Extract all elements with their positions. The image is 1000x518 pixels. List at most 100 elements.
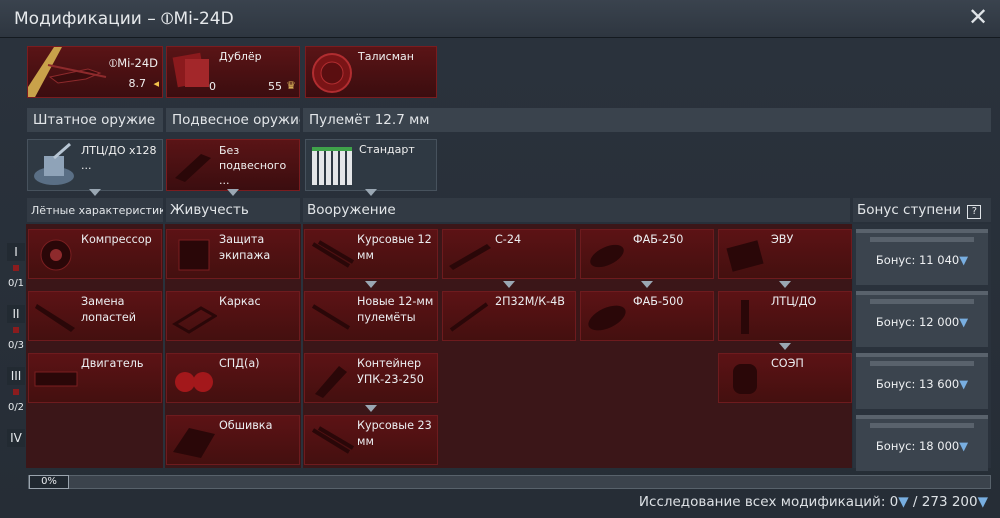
mod-evu[interactable]: ЭВУ xyxy=(718,229,852,279)
ammo-belt-icon xyxy=(312,147,352,185)
tier-progress-bar xyxy=(13,389,19,395)
mod-label: ФАБ-250 xyxy=(633,233,684,246)
mod-skin[interactable]: Обшивка xyxy=(166,415,300,465)
mod-crew-protection[interactable]: Защита экипажа xyxy=(166,229,300,279)
bonus-title: Бонус ступени xyxy=(857,202,962,218)
arrow-down-icon xyxy=(365,189,377,196)
arrow-down-icon xyxy=(227,189,239,196)
mod-ltc-do[interactable]: ЛТЦ/ДО xyxy=(718,291,852,341)
talisman-card[interactable]: Талисман xyxy=(305,46,437,98)
mod-label: С-24 xyxy=(495,233,522,246)
bonus-bar xyxy=(870,299,974,304)
bonus-tier-1: Бонус: 11 040▼ xyxy=(856,229,988,285)
mod-soep[interactable]: СОЭП xyxy=(718,353,852,403)
header-mg-belt: Пулемёт 12.7 мм xyxy=(303,108,991,132)
mod-new-12mm-mg[interactable]: Новые 12-мм пулемёты xyxy=(304,291,438,341)
mod-label: СПД(а) xyxy=(219,357,260,370)
gun-pod-icon xyxy=(315,366,347,398)
bomb-icon xyxy=(588,305,626,331)
bonus-value: Бонус: 12 000 xyxy=(875,315,960,329)
gun-icon xyxy=(311,426,355,454)
mod-fab-500[interactable]: ФАБ-500 xyxy=(580,291,714,341)
bonus-bar xyxy=(870,423,974,428)
gun-icon xyxy=(311,304,351,330)
category-armament: Вооружение xyxy=(303,198,850,222)
compressor-icon xyxy=(40,239,72,271)
bonus-tier-2: Бонус: 12 000▼ xyxy=(856,291,988,347)
close-icon[interactable]: ✕ xyxy=(966,5,990,30)
research-total: / 273 200 xyxy=(908,494,978,510)
help-icon[interactable]: ? xyxy=(967,205,982,219)
extinguisher-icon xyxy=(175,372,213,392)
armor-plate-icon xyxy=(178,239,210,271)
secondary-weapon-card[interactable]: Без подвесного ... xyxy=(166,139,300,191)
turret-icon xyxy=(34,142,74,185)
mod-upk-23-250[interactable]: Контейнер УПК-23-250 xyxy=(304,353,438,403)
progress-percent: 0% xyxy=(29,475,69,489)
mod-label: Контейнер УПК-23-250 xyxy=(357,357,424,386)
mg-belt-card[interactable]: Стандарт xyxy=(305,139,437,191)
exhaust-icon xyxy=(726,240,764,272)
research-gem-icon: ▼ xyxy=(959,377,969,391)
research-progress-bar: 0% xyxy=(28,475,991,489)
tier-4-label: IV xyxy=(7,429,25,447)
arrow-down-icon xyxy=(365,405,377,412)
mod-course-12mm[interactable]: Курсовые 12 мм xyxy=(304,229,438,279)
primary-weapon-card[interactable]: ЛТЦ/ДО х128 ... xyxy=(27,139,163,191)
tier-1-label: I xyxy=(7,243,25,261)
tier-2-count: 0/3 xyxy=(7,340,25,351)
gun-icon xyxy=(311,240,355,268)
bonus-bar xyxy=(870,237,974,242)
jammer-icon xyxy=(733,364,757,394)
research-gem-icon: ▼ xyxy=(977,494,988,510)
mod-label: Новые 12-мм пулемёты xyxy=(357,295,434,324)
arrow-down-icon xyxy=(89,189,101,196)
mod-label: Двигатель xyxy=(81,357,144,370)
tier-progress-bar xyxy=(13,327,19,333)
research-gem-icon: ▼ xyxy=(898,494,909,510)
header-primary-weapons: Штатное оружие xyxy=(27,108,163,132)
primary-weapon-label: ЛТЦ/ДО х128 ... xyxy=(81,144,157,172)
mod-airframe[interactable]: Каркас xyxy=(166,291,300,341)
missile-icon xyxy=(449,302,489,332)
mod-label: СОЭП xyxy=(771,357,804,370)
mod-label: Защита экипажа xyxy=(219,233,271,262)
bonus-value: Бонус: 18 000 xyxy=(875,439,960,453)
mod-fire-extinguisher[interactable]: СПД(а) xyxy=(166,353,300,403)
mod-fab-250[interactable]: ФАБ-250 xyxy=(580,229,714,279)
airframe-icon xyxy=(172,306,217,334)
mod-course-23mm[interactable]: Курсовые 23 мм xyxy=(304,415,438,465)
vehicle-name: ⦶Mi-24D xyxy=(108,56,158,70)
mod-compressor[interactable]: Компрессор xyxy=(28,229,162,279)
title-bar: Модификации – ⦶Mi-24D ✕ xyxy=(0,0,1000,38)
tier-1-count: 0/1 xyxy=(7,278,25,289)
mod-2p32m[interactable]: 2П32М/К-4В xyxy=(442,291,576,341)
helicopter-icon xyxy=(28,47,107,97)
column-divider xyxy=(301,224,303,468)
mod-label: Каркас xyxy=(219,295,261,308)
mod-label: ЭВУ xyxy=(771,233,794,246)
arrow-down-icon xyxy=(641,281,653,288)
research-gem-icon: ▼ xyxy=(959,253,969,267)
header-secondary-weapons: Подвесное оружие xyxy=(166,108,300,132)
crew-card[interactable]: Дублёр 0 55 ♛ xyxy=(166,46,300,98)
br-arrow-icon: ◂ xyxy=(153,77,159,90)
crew-right-value: 55 xyxy=(268,80,282,93)
rocket-icon xyxy=(449,244,491,270)
mod-s-24[interactable]: С-24 xyxy=(442,229,576,279)
mod-engine[interactable]: Двигатель xyxy=(28,353,162,403)
bonus-value: Бонус: 11 040 xyxy=(875,253,960,267)
crew-left-value: 0 xyxy=(209,80,216,93)
bonus-value: Бонус: 13 600 xyxy=(875,377,960,391)
vehicle-card[interactable]: ⦶Mi-24D 8.7 ◂ xyxy=(27,46,163,98)
category-flight: Лётные характеристики xyxy=(27,198,163,222)
column-divider xyxy=(163,224,165,468)
category-survivability: Живучесть xyxy=(166,198,300,222)
mod-rotor-blades[interactable]: Замена лопастей xyxy=(28,291,162,341)
tier-progress-bar xyxy=(13,265,19,271)
battle-rating: 8.7 xyxy=(128,77,147,90)
mod-label: Курсовые 12 мм xyxy=(357,233,432,262)
bonus-tier-3: Бонус: 13 600▼ xyxy=(856,353,988,409)
arrow-down-icon xyxy=(779,343,791,350)
talisman-icon xyxy=(312,53,352,93)
